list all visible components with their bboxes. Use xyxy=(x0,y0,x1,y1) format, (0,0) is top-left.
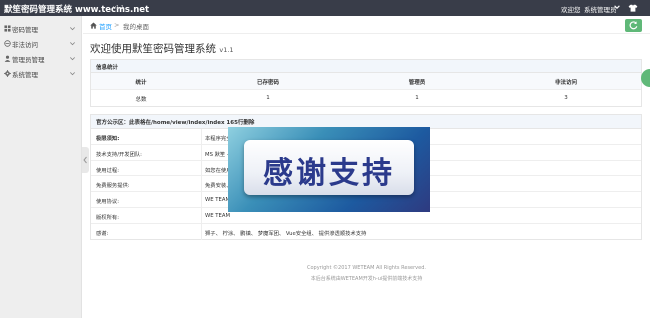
sidebar-item-password-management[interactable]: 密码管理 xyxy=(0,21,82,36)
notice-panel-title: 官方公示区：此表格在/home/view/index/index 165行删除 xyxy=(96,120,255,126)
breadcrumb-current: 我的桌面 xyxy=(123,23,149,31)
column-divider xyxy=(201,160,202,176)
sidebar-item-label: 系统管理 xyxy=(12,71,38,79)
thanks-banner-text: 感谢支持 xyxy=(263,156,395,191)
welcome-text: 欢迎您 xyxy=(561,6,581,14)
grid-icon xyxy=(4,25,11,32)
table-header-cell: 已存密码 xyxy=(256,80,279,86)
stats-panel-title: 信息统计 xyxy=(96,65,119,71)
sidebar-item-system-management[interactable]: 系统管理 xyxy=(0,66,82,81)
sidebar-item-admin-management[interactable]: 管理员管理 xyxy=(0,51,82,66)
info-value: WE TEAM xyxy=(205,213,231,219)
sidebar-item-illegal-access[interactable]: 非法访问 xyxy=(0,36,82,51)
app-title[interactable]: 默笙密码管理系统 www.tecms.net xyxy=(4,3,149,15)
gear-icon xyxy=(4,70,11,77)
info-label: 版权所有: xyxy=(96,215,119,221)
thanks-banner-plate: 感谢支持 xyxy=(244,140,414,195)
user-icon xyxy=(4,55,11,62)
breadcrumb-home-link[interactable]: 首页 xyxy=(99,21,112,31)
home-icon xyxy=(90,22,97,29)
info-label: 使用过程: xyxy=(96,167,119,174)
refresh-icon xyxy=(629,21,638,30)
refresh-button[interactable] xyxy=(625,19,642,32)
skin-icon[interactable] xyxy=(628,4,638,12)
app-version: v1.1 xyxy=(113,5,124,11)
column-divider xyxy=(201,144,202,160)
chevron-down-icon xyxy=(70,42,75,46)
info-label: 免费服务提供: xyxy=(96,183,130,190)
table-header-cell: 管理员 xyxy=(408,80,426,86)
info-label: 感谢: xyxy=(96,230,109,237)
column-divider xyxy=(201,176,202,192)
stats-panel-header: 信息统计 xyxy=(91,60,641,73)
column-divider xyxy=(201,208,202,223)
table-row: 感谢: 狮子、 柠涂、 鹏镇、 梦魔军团、 Vue安全组、 提供渗透顺技术支持 xyxy=(91,223,641,240)
table-header-cell: 非法访问 xyxy=(554,80,577,86)
table-cell: 1 xyxy=(266,95,270,101)
info-value: 狮子、 柠涂、 鹏镇、 梦魔军团、 Vue安全组、 提供渗透顺技术支持 xyxy=(205,230,367,237)
column-divider xyxy=(201,223,202,240)
info-label: 技术支持/开发团队: xyxy=(96,151,142,158)
user-menu[interactable]: 系统管理员 xyxy=(584,4,617,14)
chevron-down-icon xyxy=(70,72,75,76)
column-divider xyxy=(201,192,202,207)
breadcrumb: 首页 > 我的桌面 xyxy=(83,16,650,34)
footer-credit: 本后台系统由WETEAM开发h-ui提供前端技术支持 xyxy=(310,276,423,282)
thanks-banner-image: 感谢支持 xyxy=(228,127,430,212)
table-cell: 总数 xyxy=(135,97,147,103)
table-row: 总数 1 1 3 xyxy=(91,90,641,107)
info-label: 使用协议: xyxy=(96,199,119,206)
page-version: v1.1 xyxy=(219,46,234,54)
sidebar-item-label: 管理员管理 xyxy=(12,56,45,64)
page-title-text: 欢迎使用默笙密码管理系统 xyxy=(90,43,216,55)
breadcrumb-separator: > xyxy=(114,21,120,29)
info-value: WE TEAM xyxy=(205,197,231,204)
table-cell: 3 xyxy=(564,95,568,101)
chevron-down-icon xyxy=(70,27,75,31)
table-header-row: 统计 已存密码 管理员 非法访问 xyxy=(91,73,641,90)
column-divider xyxy=(201,129,202,144)
sidebar-item-label: 非法访问 xyxy=(12,41,38,49)
table-cell: 1 xyxy=(415,95,419,101)
sidebar: 密码管理 非法访问 管理员管理 系统管理 xyxy=(0,16,82,318)
top-bar: 默笙密码管理系统 www.tecms.net v1.1 欢迎您 系统管理员 xyxy=(0,0,650,16)
table-header-cell: 统计 xyxy=(135,80,147,86)
ban-icon xyxy=(4,40,11,47)
chevron-down-icon[interactable] xyxy=(613,3,621,11)
stats-panel: 信息统计 统计 已存密码 管理员 非法访问 总数 1 1 3 xyxy=(90,59,642,107)
page-title: 欢迎使用默笙密码管理系统 v1.1 xyxy=(90,41,234,56)
info-label: 极限须知: xyxy=(96,136,120,142)
sidebar-item-label: 密码管理 xyxy=(12,26,38,34)
footer-copyright: Copyright ©2017 WETEAM All Rights Reserv… xyxy=(307,265,426,271)
chevron-down-icon xyxy=(70,57,75,61)
